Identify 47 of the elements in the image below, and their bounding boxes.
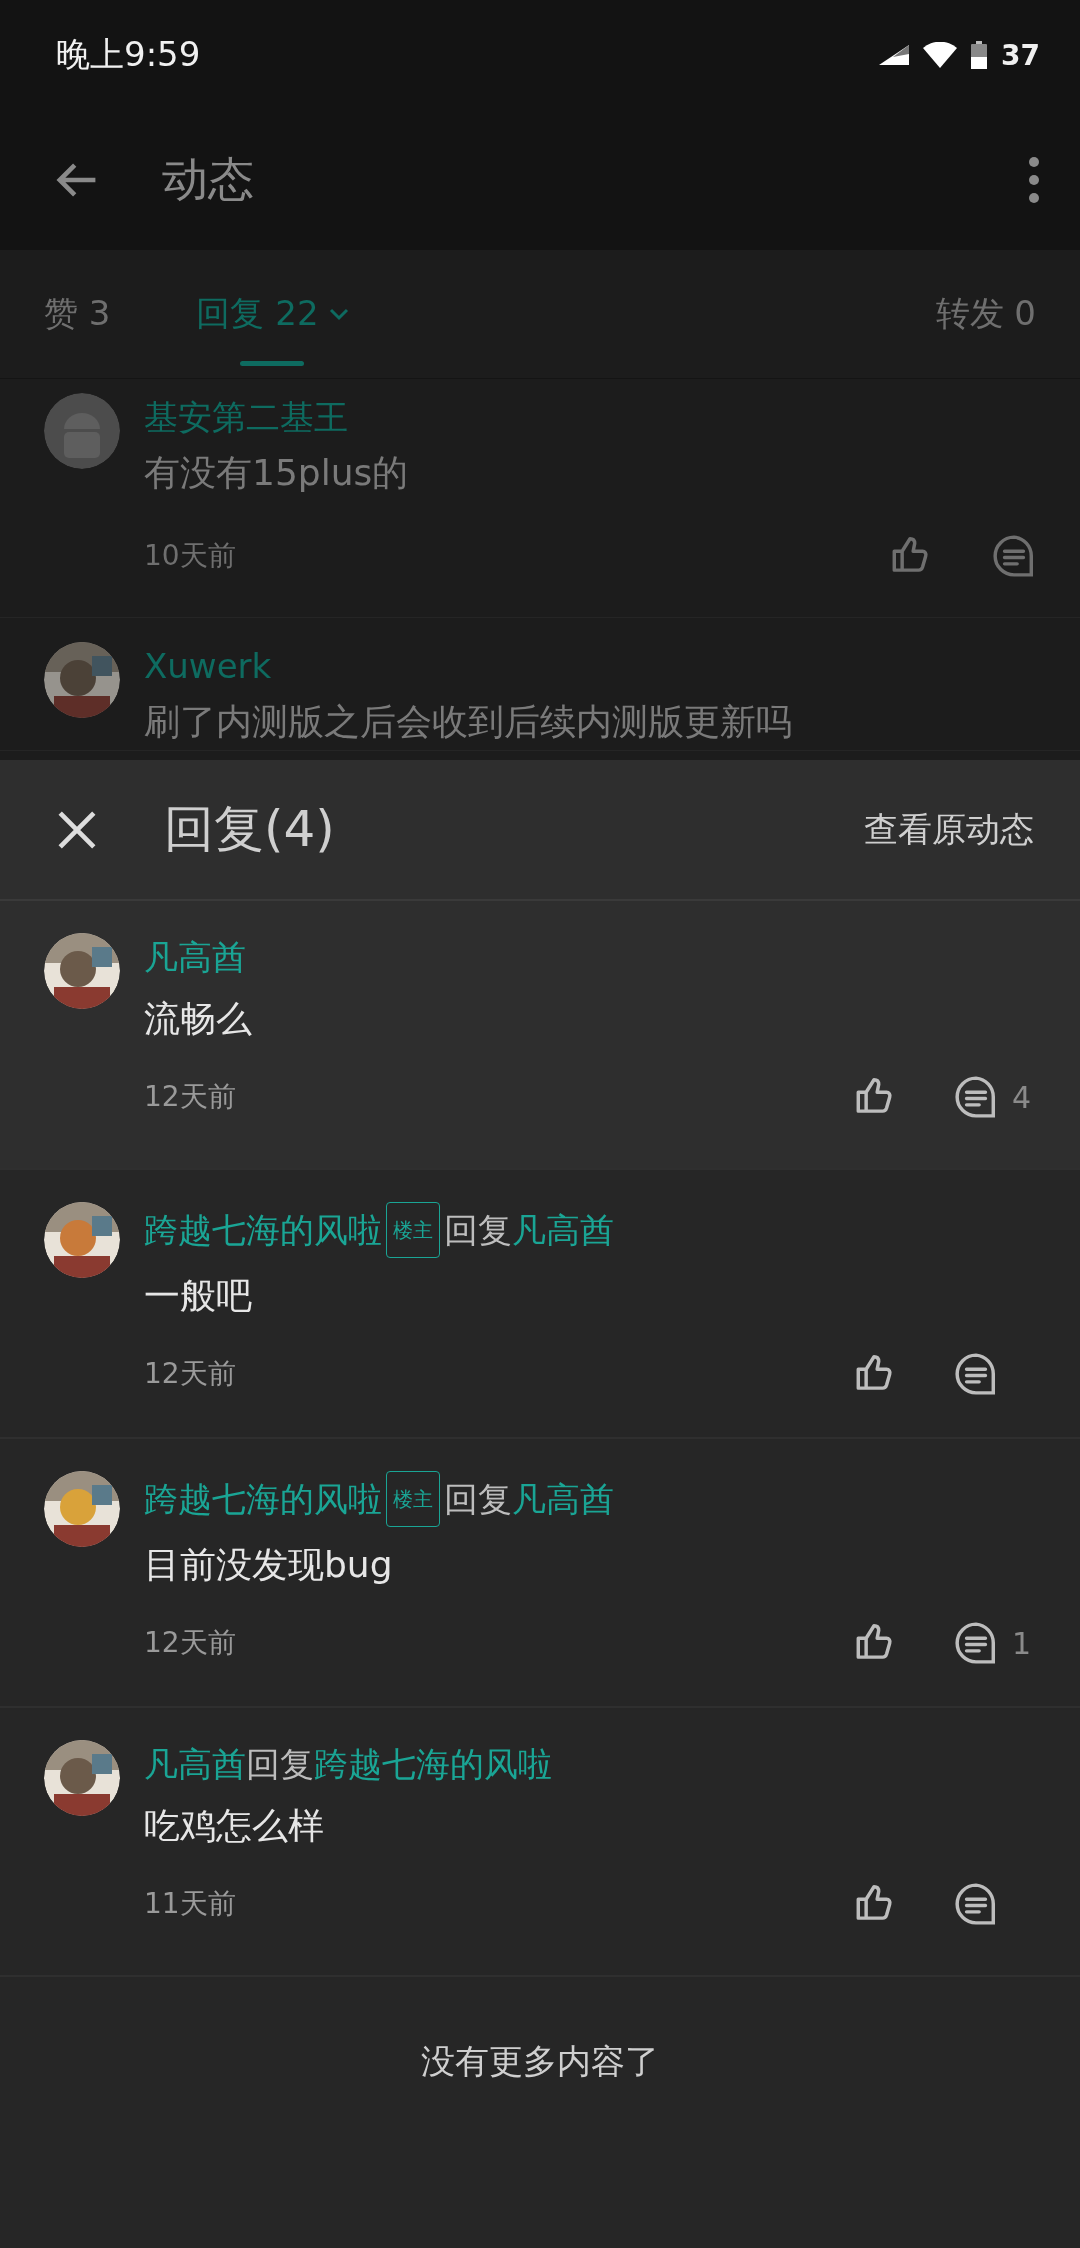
reply-count: 1	[1012, 1625, 1032, 1661]
avatar-icon	[44, 393, 120, 469]
username[interactable]: 凡高酋	[512, 1475, 614, 1523]
timestamp: 12天前	[144, 1079, 237, 1115]
battery-level: 37	[1001, 38, 1040, 72]
username[interactable]: 凡高酋	[144, 933, 246, 981]
signal-icon	[879, 45, 910, 65]
timestamp: 12天前	[144, 1625, 237, 1661]
username[interactable]: 跨越七海的风啦	[144, 1475, 382, 1523]
more-icon[interactable]	[1028, 156, 1040, 204]
comment-text: 刷了内测版之后会收到后续内测版更新吗	[144, 700, 793, 744]
tab[interactable]: 转发 0	[935, 250, 1036, 378]
poster-badge: 楼主	[386, 1471, 440, 1527]
reply-text: 流畅么	[144, 997, 253, 1041]
timestamp: 12天前	[144, 1356, 237, 1392]
username[interactable]: 基安第二基王	[144, 393, 1036, 441]
battery-icon	[971, 41, 988, 69]
comment-icon[interactable]	[992, 534, 1036, 578]
comment-icon[interactable]	[954, 1352, 998, 1396]
reply-text: 吃鸡怎么样	[144, 1804, 325, 1848]
comment-text: 有没有15plus的	[144, 451, 410, 495]
timestamp: 10天前	[144, 538, 237, 574]
reply-label: 回复	[444, 1209, 512, 1252]
reply-label: 回复	[246, 1743, 314, 1786]
comment-icon[interactable]	[954, 1621, 998, 1665]
username[interactable]: 跨越七海的风啦	[144, 1206, 382, 1254]
username[interactable]: 凡高酋	[512, 1206, 614, 1254]
page-title: 动态	[162, 151, 255, 208]
reply-text: 一般吧	[144, 1274, 253, 1318]
reply-count: 4	[1012, 1079, 1032, 1115]
username[interactable]: 跨越七海的风啦	[314, 1740, 552, 1788]
tab[interactable]: 回复 22	[196, 250, 349, 378]
username[interactable]: Xuwerk	[144, 642, 1036, 690]
username[interactable]: 凡高酋	[144, 1740, 246, 1788]
tab[interactable]: 赞 3	[44, 250, 111, 378]
sheet-title: 回复(4)	[164, 799, 336, 860]
view-original-link[interactable]: 查看原动态	[864, 806, 1034, 853]
end-of-list-text: 没有更多内容了	[420, 2040, 660, 2083]
reply-text: 目前没发现bug	[144, 1543, 394, 1587]
poster-badge: 楼主	[386, 1202, 440, 1258]
status-time: 晚上9:59	[56, 33, 201, 76]
caret-icon	[328, 307, 349, 321]
wifi-icon	[923, 42, 958, 68]
timestamp: 11天前	[144, 1886, 237, 1922]
comment-icon[interactable]	[954, 1075, 998, 1119]
reply-label: 回复	[444, 1478, 512, 1521]
comment-icon[interactable]	[954, 1882, 998, 1926]
